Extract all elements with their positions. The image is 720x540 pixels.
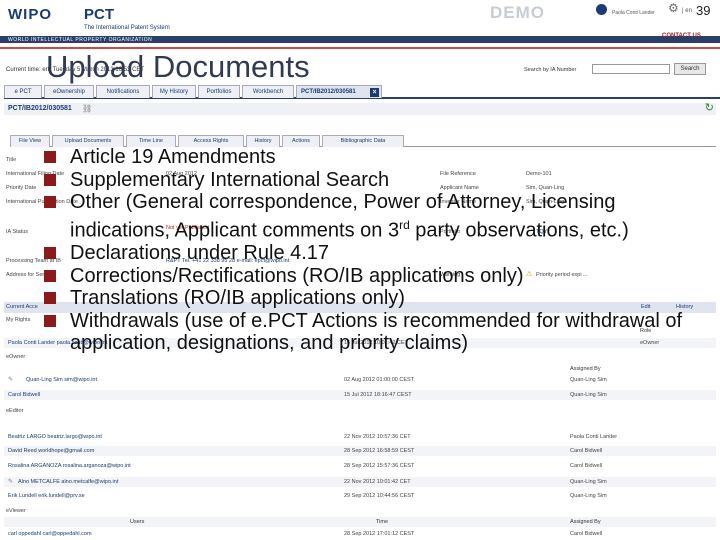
org-name: WORLD INTELLECTUAL PROPERTY ORGANIZATION: [8, 37, 153, 43]
detail-label: Priority Date: [6, 185, 37, 191]
viewer-label: eViewer: [6, 508, 26, 514]
table-row-user[interactable]: Carol Bidwell: [8, 392, 40, 398]
list-item-text: Article 19 Amendments: [70, 146, 276, 168]
search-button[interactable]: Search: [674, 63, 706, 75]
pct-logo: PCT: [84, 6, 114, 23]
table-row-assigned-by: Quan-Ling Sim: [570, 377, 607, 383]
table-row-date: 28 Sep 2012 16:58:59 CEST: [344, 448, 415, 454]
my-rights-label: My Rights: [6, 317, 31, 323]
tab-workbench[interactable]: Workbench: [242, 85, 294, 98]
table-row-assigned-by: Paola Conti Lander: [570, 434, 618, 440]
list-item-text: Withdrawals (use of e.PCT Actions is rec…: [70, 309, 683, 355]
close-icon[interactable]: ×: [370, 88, 379, 97]
table-row-assigned-by: Carol Bidwell: [570, 448, 603, 454]
table-row-date: 22 Nov 2012 10:57:36 CET: [344, 434, 411, 440]
table-row-assigned-by: Quan-Ling Sim: [570, 392, 607, 398]
tab-my-history[interactable]: My History: [152, 85, 196, 98]
main-nav: e PCT eOwnership Notifications My Histor…: [4, 85, 720, 99]
table-row-date: 28 Sep 2012 15:57:36 CEST: [344, 463, 415, 469]
list-item: Corrections/Rectifications (RO/IB applic…: [44, 265, 694, 288]
list-item-text: Corrections/Rectifications (RO/IB applic…: [70, 264, 524, 287]
users-header: Users: [130, 519, 145, 525]
bullet-marker: [44, 247, 56, 260]
table-row-assigned-by: Carol Bidwell: [570, 531, 603, 537]
application-header: PCT/IB2012/030581 ⛓ ↻: [4, 103, 716, 115]
table-row-date: 22 Nov 2012 10:01:42 CET: [344, 479, 411, 485]
table-row-date: 02 Aug 2012 01:00:00 CEST: [344, 377, 415, 383]
wipo-logo[interactable]: WIPO: [8, 6, 52, 23]
user-icon[interactable]: [596, 4, 607, 15]
eowner-label: eOwner: [6, 354, 26, 360]
document-type-list: Article 19 Amendments Supplementary Inte…: [44, 146, 694, 355]
list-item-text: Declarations under Rule 4.17: [70, 242, 330, 265]
table-row-user[interactable]: carl oppedahl carl@oppedahl.com: [8, 531, 92, 537]
bullet-marker: [44, 292, 56, 305]
list-item-text-tail: party observations, etc.): [409, 219, 629, 242]
table-row-user[interactable]: Erik Lundell erik.lundell@prv.se: [8, 493, 85, 499]
bullet-marker: [44, 151, 56, 163]
list-item: Other (General correspondence, Power of …: [44, 191, 694, 242]
edit-icon[interactable]: ✎: [8, 478, 13, 485]
slide-page-number: 39: [696, 3, 711, 18]
list-item-text: Supplementary International Search: [70, 168, 390, 191]
table-row-user[interactable]: David Reed worldhope@gmail.com: [8, 448, 94, 454]
list-item: Declarations under Rule 4.17: [44, 242, 694, 265]
user-name[interactable]: Paola Conti Lander: [612, 10, 655, 16]
detail-label: IA Status: [6, 229, 29, 235]
language-selector[interactable]: | en: [682, 8, 692, 14]
tab-application-label: PCT/IB2012/030581: [301, 89, 356, 95]
slide-title: Upload Documents: [46, 49, 310, 84]
table-row-user[interactable]: Alno METCALFE alno.metcalfe@wipo.int: [18, 479, 118, 485]
list-item: Article 19 Amendments: [44, 146, 694, 169]
link-icon[interactable]: ⛓: [82, 104, 92, 113]
search-input[interactable]: [592, 64, 670, 74]
current-access-label: Current Acce: [6, 304, 38, 310]
table-row-date: 29 Sep 2012 10:44:56 CEST: [344, 493, 415, 499]
tab-notifications[interactable]: Notifications: [96, 85, 150, 98]
time-header: Time: [376, 519, 389, 525]
bullet-marker: [44, 269, 56, 282]
tab-portfolios[interactable]: Portfolios: [198, 85, 240, 98]
table-row-assigned-by: Quan-Ling Sim: [570, 493, 607, 499]
list-item: Supplementary International Search: [44, 169, 694, 192]
application-number: PCT/IB2012/030581: [8, 105, 72, 112]
tab-eownership[interactable]: eOwnership: [44, 85, 94, 98]
table-row-user[interactable]: Beatriz LARGO beatriz.largo@wipo.int: [8, 434, 102, 440]
table-row-user[interactable]: Quan-Ling Sim sim@wipo.int: [26, 377, 97, 383]
table-row-assigned-by: Quan-Ling Sim: [570, 479, 607, 485]
edit-icon[interactable]: ✎: [8, 376, 13, 383]
refresh-icon[interactable]: ↻: [705, 103, 714, 114]
detail-label: Title: [6, 157, 17, 163]
list-item: Translations (RO/IB applications only): [44, 287, 694, 310]
assigned-by-header: Assigned By: [570, 366, 601, 372]
gear-icon[interactable]: ⚙: [668, 2, 679, 14]
list-item-text: Translations (RO/IB applications only): [70, 287, 405, 310]
list-item: Withdrawals (use of e.PCT Actions is rec…: [44, 310, 694, 355]
table-row-assigned-by: Carol Bidwell: [570, 463, 603, 469]
tab-epct[interactable]: e PCT: [4, 85, 42, 98]
assigned-by-header: Assigned By: [570, 519, 601, 525]
pct-subtitle: The International Patent System: [84, 25, 170, 31]
bullet-marker: [44, 314, 56, 327]
table-row-date: 28 Sep 2012 17:01:12 CEST: [344, 531, 415, 537]
table-row-user[interactable]: Rosalina ARGANOZA rosalina.arganoza@wipo…: [8, 463, 131, 469]
demo-badge: DEMO: [490, 3, 545, 22]
bullet-marker: [44, 173, 56, 186]
table-header-row: [4, 517, 716, 527]
bullet-marker: [44, 196, 56, 209]
list-item-superscript: rd: [399, 217, 410, 232]
editor-label: eEditor: [6, 408, 24, 414]
contact-us-link[interactable]: CONTACT US: [662, 33, 701, 39]
tab-application[interactable]: PCT/IB2012/030581 ×: [296, 85, 382, 98]
table-row-date: 15 Jul 2012 18:16:47 CEST: [344, 392, 412, 398]
search-label: Search by IA Number: [524, 67, 577, 73]
